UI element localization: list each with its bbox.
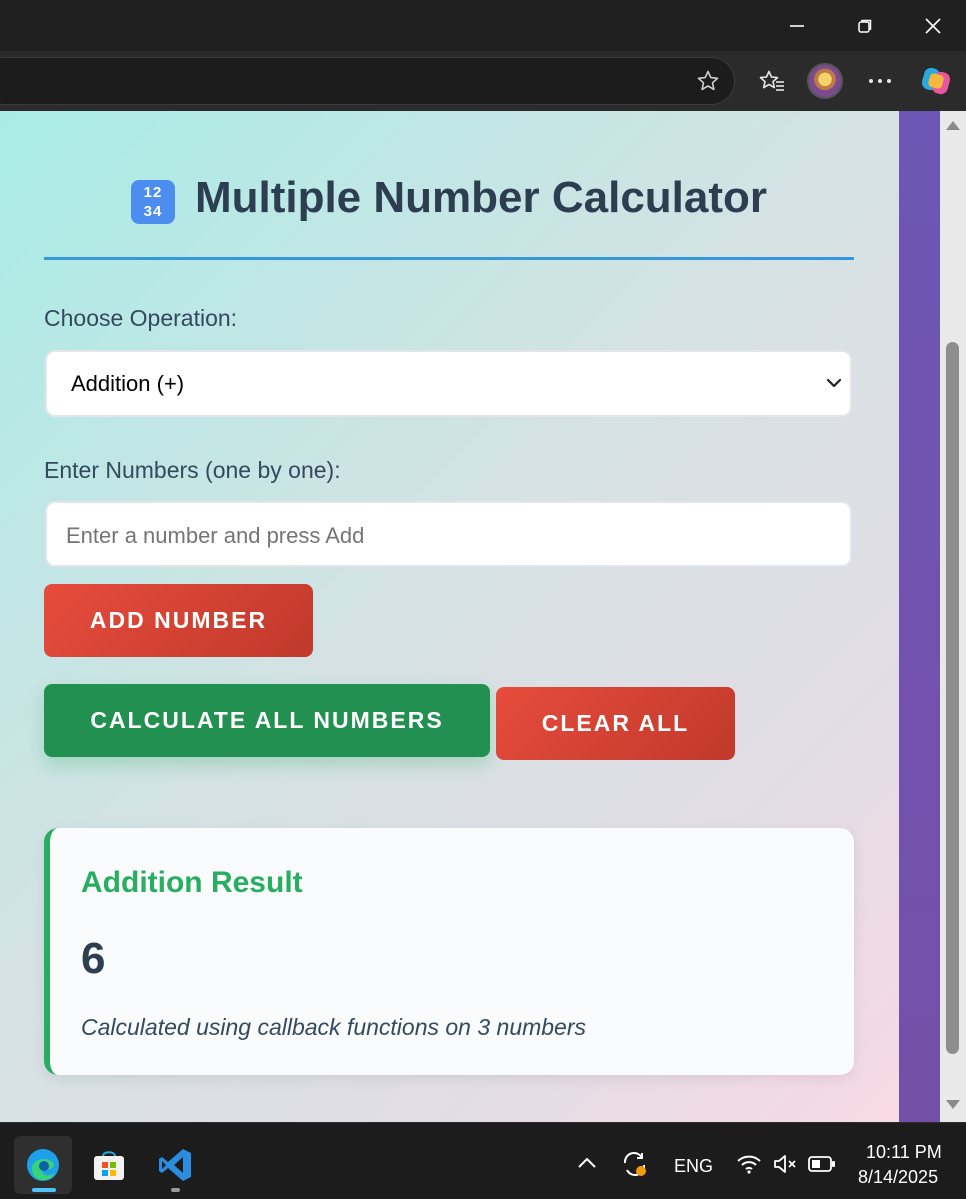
edge-icon — [27, 1149, 59, 1181]
page-side-background — [899, 111, 940, 1122]
chevron-down-icon — [826, 378, 842, 388]
edge-taskbar-button[interactable] — [14, 1136, 72, 1194]
add-number-button[interactable]: ADD NUMBER — [44, 584, 313, 657]
vscode-taskbar-button[interactable] — [146, 1136, 204, 1194]
scroll-down-arrow-icon[interactable] — [946, 1100, 960, 1109]
sync-update-icon[interactable] — [620, 1149, 650, 1183]
page-viewport: 12 34 Multiple Number Calculator Choose Op… — [0, 111, 966, 1122]
microsoft-store-icon — [94, 1151, 124, 1180]
clear-all-button[interactable]: CLEAR ALL — [496, 687, 735, 760]
operation-label: Choose Operation: — [44, 305, 238, 331]
scroll-up-arrow-icon[interactable] — [946, 121, 960, 130]
number-input-placeholder: Enter a number and press Add — [66, 523, 365, 548]
store-taskbar-button[interactable] — [80, 1136, 138, 1194]
speaker-muted-icon[interactable] — [772, 1153, 798, 1179]
close-button[interactable] — [899, 0, 966, 51]
favorite-star-icon[interactable] — [690, 63, 726, 99]
page-title: 12 34 Multiple Number Calculator — [44, 173, 854, 224]
vscode-icon — [159, 1149, 191, 1181]
address-bar[interactable] — [0, 57, 735, 105]
copilot-icon[interactable] — [918, 63, 954, 99]
number-input[interactable]: Enter a number and press Add — [45, 501, 852, 567]
numbers-label: Enter Numbers (one by one): — [44, 457, 341, 483]
title-divider — [44, 257, 854, 260]
language-indicator[interactable]: ENG — [674, 1156, 713, 1177]
show-hidden-icons-chevron-icon[interactable] — [576, 1155, 598, 1174]
input-numbers-emoji-icon: 12 34 — [130, 180, 175, 224]
restore-icon — [858, 19, 872, 33]
close-icon — [925, 17, 941, 34]
restore-button[interactable] — [831, 0, 899, 51]
minimize-button[interactable] — [763, 0, 831, 51]
edge-active-indicator — [32, 1188, 56, 1192]
result-title: Addition Result — [81, 866, 303, 899]
clock-time[interactable]: 10:11 PM — [866, 1142, 942, 1163]
more-options-icon[interactable] — [862, 63, 898, 99]
operation-selected-value: Addition (+) — [71, 371, 185, 396]
result-note: Calculated using callback functions on 3… — [81, 1014, 587, 1040]
window-title-bar — [0, 0, 966, 51]
wifi-icon[interactable] — [736, 1153, 762, 1179]
result-card: Addition Result 6 Calculated using callb… — [44, 828, 854, 1075]
clock-date[interactable]: 8/14/2025 — [858, 1167, 938, 1188]
calculate-button[interactable]: CALCULATE ALL NUMBERS — [44, 684, 490, 757]
result-value: 6 — [81, 934, 106, 983]
page-title-text: Multiple Number Calculator — [194, 173, 768, 222]
minimize-icon — [790, 24, 804, 27]
favorites-icon[interactable] — [754, 63, 790, 99]
vscode-open-indicator — [171, 1188, 180, 1192]
battery-icon[interactable] — [808, 1155, 836, 1177]
scrollbar-thumb[interactable] — [946, 342, 959, 1054]
profile-avatar[interactable] — [807, 63, 843, 99]
taskbar: ENG 10:11 PM 8/14/2025 — [0, 1122, 966, 1199]
operation-select[interactable]: Addition (+) — [45, 350, 852, 417]
